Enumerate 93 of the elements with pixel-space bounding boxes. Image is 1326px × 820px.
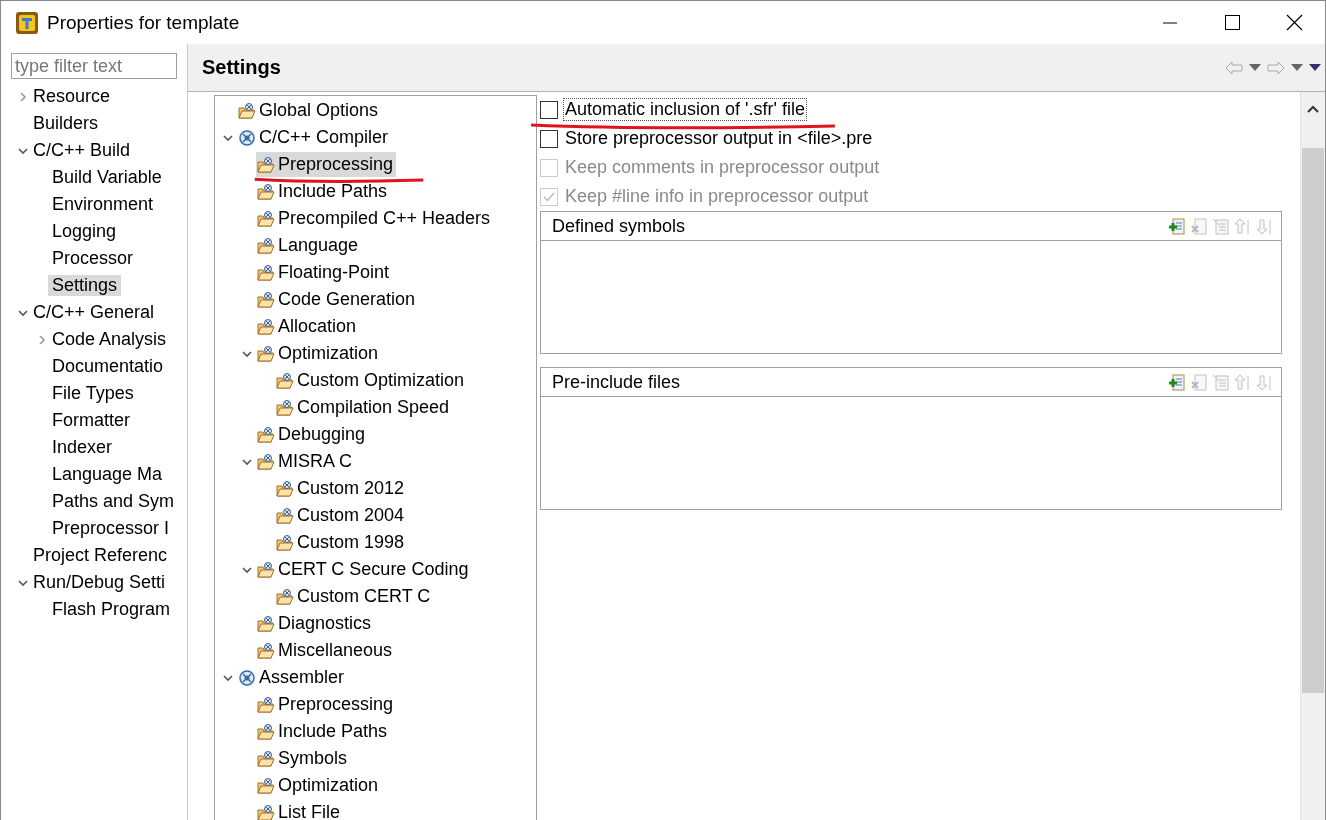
tree-item[interactable]: Compilation Speed bbox=[275, 395, 453, 420]
folder-icon bbox=[257, 317, 275, 336]
tree-item[interactable]: Optimization bbox=[256, 773, 382, 798]
tree-item[interactable]: CERT C Secure Coding bbox=[256, 557, 472, 582]
sidebar-item[interactable]: Flash Program bbox=[48, 599, 175, 620]
folder-icon bbox=[257, 182, 275, 201]
sidebar-item[interactable]: Processor bbox=[48, 248, 138, 269]
folder-icon bbox=[276, 533, 294, 552]
tree-item[interactable]: Miscellaneous bbox=[256, 638, 396, 663]
tree-item[interactable]: Language bbox=[256, 233, 362, 258]
folder-icon bbox=[276, 506, 294, 525]
tree-item[interactable]: Custom 2012 bbox=[275, 476, 408, 501]
folder-icon bbox=[257, 722, 275, 741]
sidebar-item[interactable]: File Types bbox=[48, 383, 138, 404]
tree-item[interactable]: Floating-Point bbox=[256, 260, 393, 285]
tree-item[interactable]: Include Paths bbox=[256, 719, 391, 744]
tree-item[interactable]: Preprocessing bbox=[256, 692, 397, 717]
sidebar-item[interactable]: Project Referenc bbox=[29, 545, 172, 566]
folder-icon bbox=[257, 344, 275, 363]
sidebar-item[interactable]: Environment bbox=[48, 194, 158, 215]
folder-icon bbox=[257, 695, 275, 714]
sidebar-item[interactable]: Builders bbox=[29, 113, 103, 134]
chevron-right-icon[interactable] bbox=[17, 90, 29, 103]
sidebar-item[interactable]: C/C++ General bbox=[29, 302, 159, 323]
tree-item[interactable]: Custom 2004 bbox=[275, 503, 408, 528]
sidebar-item[interactable]: Paths and Sym bbox=[48, 491, 179, 512]
sidebar-item[interactable]: Preprocessor I bbox=[48, 518, 174, 539]
tree-item[interactable]: Global Options bbox=[237, 98, 382, 123]
folder-icon bbox=[257, 614, 275, 633]
folder-icon bbox=[257, 560, 275, 579]
folder-icon bbox=[257, 749, 275, 768]
dropdown-icon[interactable] bbox=[1291, 63, 1303, 72]
checkbox[interactable] bbox=[540, 100, 558, 119]
tool-icon bbox=[238, 668, 256, 687]
sidebar-item[interactable]: Documentatio bbox=[48, 356, 168, 377]
scroll-up-icon[interactable] bbox=[1306, 104, 1320, 114]
sidebar-item[interactable]: Settings bbox=[48, 275, 122, 296]
sidebar-item[interactable]: Code Analysis bbox=[48, 329, 171, 350]
tool-icon bbox=[238, 128, 256, 147]
sidebar-item[interactable]: Resource bbox=[29, 86, 115, 107]
list-title: Pre-include files bbox=[552, 371, 682, 393]
tree-item[interactable]: Allocation bbox=[256, 314, 360, 339]
sidebar-item[interactable]: Run/Debug Setti bbox=[29, 572, 170, 593]
window-title: Properties for template bbox=[47, 11, 241, 34]
scrollbar[interactable] bbox=[1300, 92, 1325, 820]
tree-item[interactable]: Diagnostics bbox=[256, 611, 375, 636]
folder-icon bbox=[276, 398, 294, 417]
sidebar-item[interactable]: Formatter bbox=[48, 410, 134, 431]
tree-item[interactable]: Code Generation bbox=[256, 287, 419, 312]
filter-field[interactable]: type filter text bbox=[11, 53, 177, 79]
folder-icon bbox=[276, 587, 294, 606]
tree-item[interactable]: Precompiled C++ Headers bbox=[256, 206, 494, 231]
folder-icon bbox=[257, 452, 275, 471]
list-title: Defined symbols bbox=[552, 215, 687, 237]
folder-icon bbox=[276, 479, 294, 498]
tree-item[interactable]: Preprocessing bbox=[256, 152, 397, 177]
tree-item[interactable]: List File bbox=[256, 800, 343, 820]
folder-icon bbox=[257, 290, 275, 309]
tree-item[interactable]: Debugging bbox=[256, 422, 369, 447]
folder-icon bbox=[238, 101, 256, 120]
folder-icon bbox=[257, 263, 275, 282]
tree-item[interactable]: Assembler bbox=[237, 665, 348, 690]
page-title: Settings bbox=[202, 56, 282, 79]
dropdown-icon[interactable] bbox=[1249, 63, 1261, 72]
folder-icon bbox=[257, 803, 275, 820]
checkbox[interactable] bbox=[540, 129, 558, 148]
app-icon bbox=[15, 10, 39, 35]
add-file-icon[interactable] bbox=[1168, 217, 1185, 235]
folder-icon bbox=[257, 209, 275, 228]
tree-item[interactable]: Optimization bbox=[256, 341, 382, 366]
menu-icon[interactable] bbox=[1309, 63, 1321, 72]
tree-item[interactable]: MISRA C bbox=[256, 449, 355, 474]
sidebar-item[interactable]: Language Ma bbox=[48, 464, 167, 485]
sidebar-item[interactable]: Logging bbox=[48, 221, 121, 242]
tree-item[interactable]: Custom 1998 bbox=[275, 530, 408, 555]
tree-item[interactable]: Custom CERT C bbox=[275, 584, 434, 609]
tree-item[interactable]: Custom Optimization bbox=[275, 368, 468, 393]
add-file-icon[interactable] bbox=[1168, 373, 1185, 391]
folder-icon bbox=[257, 776, 275, 795]
tree-item[interactable]: Include Paths bbox=[256, 179, 391, 204]
sidebar-item[interactable]: C/C++ Build bbox=[29, 140, 135, 161]
folder-icon bbox=[257, 425, 275, 444]
tree-item[interactable]: C/C++ Compiler bbox=[237, 125, 392, 150]
sidebar-item[interactable]: Indexer bbox=[48, 437, 117, 458]
folder-icon bbox=[276, 371, 294, 390]
chevron-right-icon[interactable] bbox=[36, 333, 48, 346]
sidebar-item[interactable]: Build Variable bbox=[48, 167, 166, 188]
checkbox-label[interactable]: Store preprocessor output in <file>.pre bbox=[564, 128, 874, 149]
folder-icon bbox=[257, 641, 275, 660]
folder-icon bbox=[257, 236, 275, 255]
folder-icon bbox=[257, 155, 275, 174]
checkbox-label[interactable]: Automatic inclusion of '.sfr' file bbox=[564, 99, 806, 120]
tree-item[interactable]: Symbols bbox=[256, 746, 351, 771]
